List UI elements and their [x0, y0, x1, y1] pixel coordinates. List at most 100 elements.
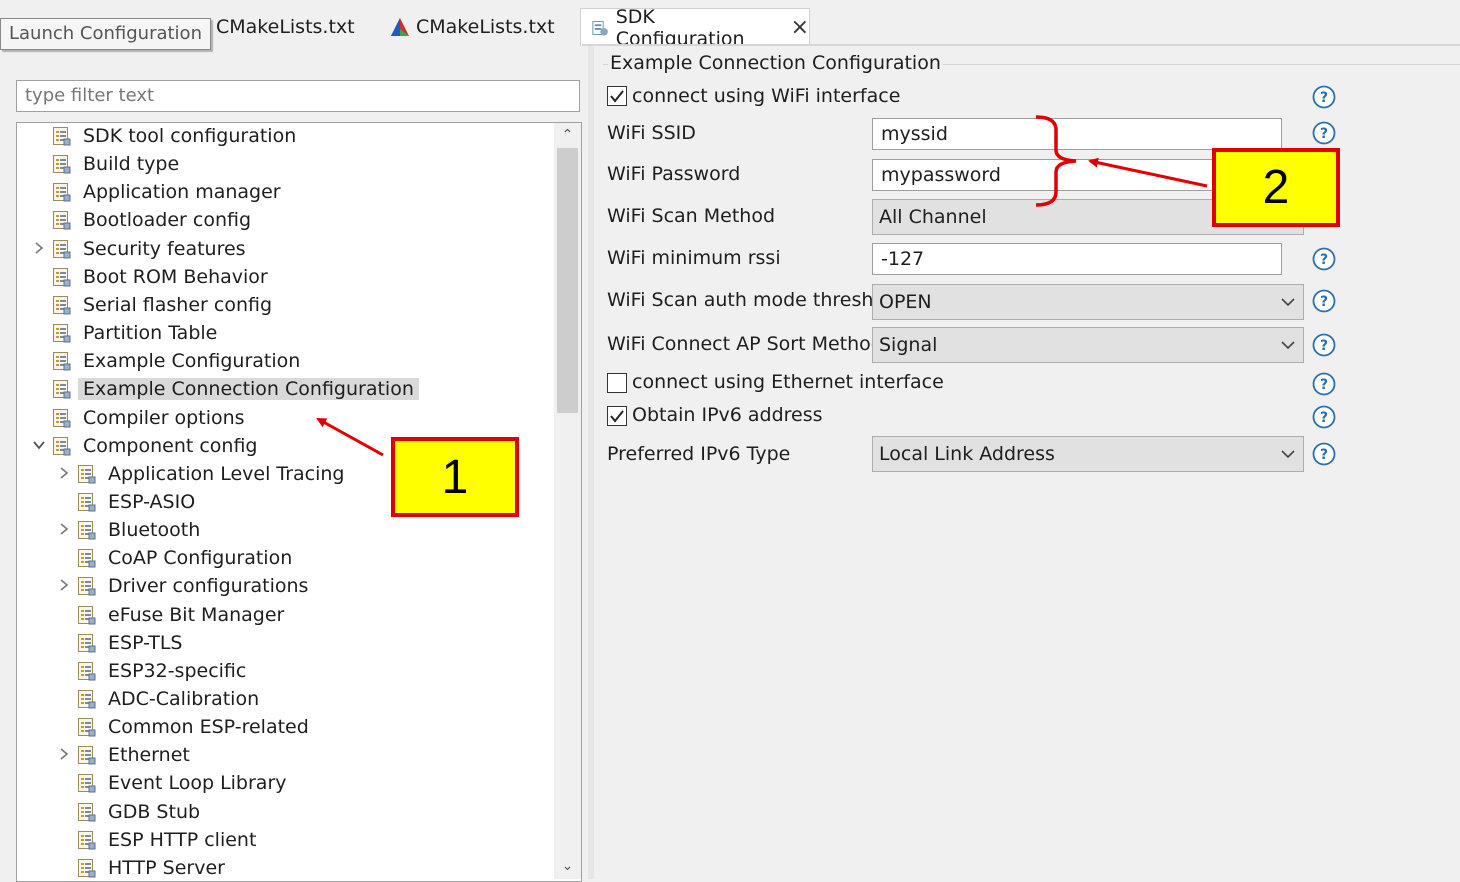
config-node-icon: [78, 634, 96, 653]
tree-item[interactable]: Compiler options: [52, 404, 245, 432]
tree-item[interactable]: Component config: [33, 432, 258, 460]
tree-item[interactable]: Bootloader config: [52, 206, 251, 234]
tree-item[interactable]: Ethernet: [60, 741, 190, 769]
tree-item[interactable]: Example Connection Configuration: [52, 375, 419, 403]
help-icon[interactable]: ?: [1312, 333, 1336, 357]
ipv6-checkbox[interactable]: [607, 406, 627, 426]
ipv6-type-label: Preferred IPv6 Type: [607, 443, 791, 465]
select-value: OPEN: [879, 291, 932, 313]
tree-item[interactable]: Driver configurations: [60, 572, 309, 600]
help-icon[interactable]: ?: [1312, 372, 1336, 396]
close-icon[interactable]: ×: [791, 16, 809, 39]
wifi-ssid-field[interactable]: myssid: [872, 118, 1282, 150]
config-node-icon: [53, 324, 71, 343]
chevron-down-icon: [1281, 341, 1295, 350]
ethernet-interface-label: connect using Ethernet interface: [632, 371, 944, 393]
tree-item-label: ESP-TLS: [108, 632, 183, 654]
chevron-down-icon[interactable]: [31, 437, 47, 456]
chevron-right-icon[interactable]: [31, 240, 47, 259]
tree-item[interactable]: ESP-TLS: [77, 629, 182, 657]
config-node-icon: [78, 718, 96, 737]
tab-label: SDK Configuration: [615, 5, 745, 50]
config-node-icon: [78, 465, 96, 484]
wifi-sort-method-label: WiFi Connect AP Sort Method: [607, 333, 883, 355]
tree-item[interactable]: HTTP Server: [77, 854, 225, 882]
tree-item-label: Example Configuration: [83, 350, 301, 372]
tree-item-label: Event Loop Library: [108, 772, 287, 794]
config-node-icon: [53, 155, 71, 174]
scroll-down-icon[interactable]: ⌄: [557, 855, 578, 877]
config-node-icon: [53, 183, 71, 202]
tree-item[interactable]: Serial flasher config: [52, 291, 272, 319]
scrollbar-thumb[interactable]: [557, 148, 578, 413]
svg-text:?: ?: [1320, 377, 1328, 393]
config-node-icon: [78, 549, 96, 568]
tree-item-label: Driver configurations: [108, 575, 309, 597]
checkmark-icon: [610, 410, 624, 423]
tree-item[interactable]: Application Level Tracing: [60, 460, 345, 488]
checkmark-icon: [610, 90, 624, 103]
help-icon[interactable]: ?: [1312, 289, 1336, 313]
help-icon[interactable]: ?: [1312, 247, 1336, 271]
wifi-min-rssi-field[interactable]: -127: [872, 243, 1282, 275]
tree-item[interactable]: CoAP Configuration: [77, 544, 292, 572]
filter-input[interactable]: type filter text: [16, 80, 580, 112]
annotation-callout-1: 1: [391, 437, 519, 517]
tree-item[interactable]: Application manager: [52, 178, 281, 206]
wifi-interface-checkbox[interactable]: [607, 86, 627, 106]
config-node-icon: [53, 296, 71, 315]
tree-item-label: Build type: [83, 153, 180, 175]
svg-text:?: ?: [1320, 410, 1328, 426]
chevron-right-icon[interactable]: [56, 465, 72, 484]
wifi-sort-method-select[interactable]: Signal: [872, 327, 1304, 363]
tab-cmakelists-2[interactable]: CMakeLists.txt: [390, 8, 555, 46]
config-node-icon: [78, 774, 96, 793]
tree-item[interactable]: Common ESP-related: [77, 713, 309, 741]
tab-label: CMakeLists.txt: [416, 16, 555, 38]
tree-item[interactable]: SDK tool configuration: [52, 122, 296, 150]
tree-item[interactable]: ADC-Calibration: [77, 685, 259, 713]
wifi-auth-threshold-select[interactable]: OPEN: [872, 284, 1304, 320]
tree-item-label: ADC-Calibration: [108, 688, 260, 710]
tree-item[interactable]: Security features: [35, 235, 246, 263]
tree-item-label: Security features: [83, 238, 246, 260]
tree-item-label: Boot ROM Behavior: [83, 266, 268, 288]
tree-item-label: ESP32-specific: [108, 660, 247, 682]
help-icon[interactable]: ?: [1312, 442, 1336, 466]
sdk-config-icon: [592, 20, 608, 35]
chevron-right-icon[interactable]: [56, 577, 72, 596]
chevron-right-icon[interactable]: [56, 746, 72, 765]
ethernet-interface-checkbox[interactable]: [607, 373, 627, 393]
help-icon[interactable]: ?: [1312, 121, 1336, 145]
tree-item[interactable]: Boot ROM Behavior: [52, 263, 268, 291]
ipv6-type-select[interactable]: Local Link Address: [872, 436, 1304, 472]
config-node-icon: [78, 606, 96, 625]
scroll-up-icon[interactable]: ⌃: [557, 124, 578, 146]
tree-item[interactable]: Example Configuration: [52, 347, 300, 375]
config-node-icon: [78, 493, 96, 512]
tree-item-label: HTTP Server: [108, 857, 225, 879]
tree-item[interactable]: ESP32-specific: [77, 657, 246, 685]
svg-text:?: ?: [1320, 447, 1328, 463]
tab-label: CMakeLists.txt: [216, 16, 355, 38]
tree-item-label: ESP-ASIO: [108, 491, 196, 513]
tree-item[interactable]: Partition Table: [52, 319, 217, 347]
tree-item[interactable]: ESP HTTP client: [77, 826, 256, 854]
help-icon[interactable]: ?: [1312, 85, 1336, 109]
tab-cmakelists-1[interactable]: CMakeLists.txt: [190, 8, 355, 46]
tab-sdk-configuration[interactable]: SDK Configuration ×: [580, 6, 810, 50]
help-icon[interactable]: ?: [1312, 405, 1336, 429]
tree-item[interactable]: Event Loop Library: [77, 769, 287, 797]
config-node-icon: [78, 746, 96, 765]
select-value: Local Link Address: [879, 443, 1055, 465]
tree-item[interactable]: ESP-ASIO: [77, 488, 195, 516]
chevron-down-icon: [1281, 298, 1295, 307]
chevron-right-icon[interactable]: [56, 521, 72, 540]
tree-item[interactable]: GDB Stub: [77, 798, 200, 826]
tree-item[interactable]: Build type: [52, 150, 179, 178]
tree-item-label: Application Level Tracing: [108, 463, 345, 485]
tree-item[interactable]: eFuse Bit Manager: [77, 601, 284, 629]
pane-divider[interactable]: [588, 46, 594, 879]
wifi-auth-threshold-label: WiFi Scan auth mode threshold: [607, 289, 903, 311]
tree-item[interactable]: Bluetooth: [60, 516, 200, 544]
